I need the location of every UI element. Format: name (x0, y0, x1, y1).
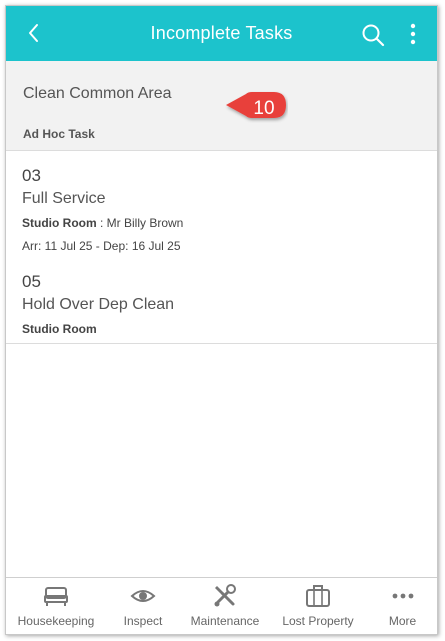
tab-label: Lost Property (282, 614, 354, 628)
service-name: Hold Over Dep Clean (22, 296, 175, 313)
room-number: 05 (22, 272, 41, 291)
app-bar: Incomplete Tasks (6, 6, 437, 61)
task-group-header[interactable]: Clean Common Area Ad Hoc Task (6, 61, 437, 151)
callout-badge: 10 (224, 89, 288, 129)
callout-number: 10 (253, 98, 275, 119)
task-item[interactable]: 03 Full Service Studio Room : Mr Billy B… (22, 166, 422, 253)
tab-label: Maintenance (190, 614, 260, 628)
briefcase-icon (306, 585, 330, 607)
app-frame: Incomplete Tasks Clean Common Area Ad Ho… (5, 5, 438, 635)
room-type: Studio Room (22, 322, 97, 336)
task-list: 03 Full Service Studio Room : Mr Billy B… (6, 152, 437, 344)
more-vertical-icon[interactable] (404, 23, 422, 45)
search-icon[interactable] (361, 23, 385, 47)
tab-label: More (388, 614, 417, 628)
tools-icon (214, 584, 236, 607)
more-horizontal-icon (392, 593, 413, 599)
task-group-type: Ad Hoc Task (23, 127, 95, 141)
task-group-name: Clean Common Area (23, 85, 172, 102)
stay-dates: Arr: 11 Jul 25 - Dep: 16 Jul 25 (22, 239, 181, 253)
eye-icon (130, 590, 156, 602)
tab-label: Housekeeping (17, 614, 95, 628)
tab-lost-property[interactable]: Lost Property (270, 578, 366, 634)
room-type: Studio Room (22, 216, 97, 230)
bottom-tab-bar: Housekeeping Inspect Maintenance Lost Pr… (6, 577, 437, 634)
tab-maintenance[interactable]: Maintenance (180, 578, 270, 634)
bed-icon (44, 587, 68, 606)
task-item[interactable]: 05 Hold Over Dep Clean Studio Room (22, 272, 422, 336)
tab-inspect[interactable]: Inspect (106, 578, 180, 634)
tab-more[interactable]: More (366, 578, 437, 634)
guest-name: : Mr Billy Brown (96, 216, 184, 230)
tab-housekeeping[interactable]: Housekeeping (6, 578, 106, 634)
room-info: Studio Room : Mr Billy Brown (22, 216, 422, 230)
room-info: Studio Room (22, 322, 422, 336)
service-name: Full Service (22, 190, 106, 207)
tab-label: Inspect (123, 614, 163, 628)
room-number: 03 (22, 166, 41, 185)
